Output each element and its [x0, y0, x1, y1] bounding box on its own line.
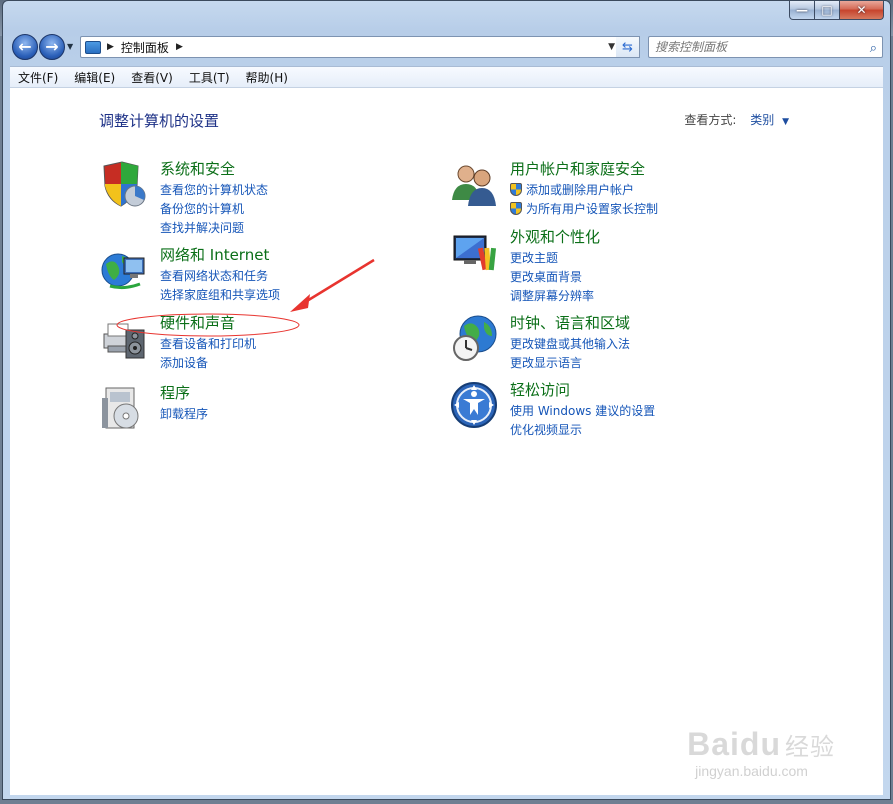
category-clock-language-region: 时钟、语言和区域 更改键盘或其他输入法 更改显示语言 — [450, 314, 770, 374]
category-link[interactable]: 选择家庭组和共享选项 — [160, 286, 280, 303]
category-title[interactable]: 时钟、语言和区域 — [510, 312, 630, 333]
breadcrumb-item[interactable]: 控制面板 — [121, 39, 169, 56]
content-area: 调整计算机的设置 查看方式: 类别 ▼ 系统和安全 查看您的计算机状态 备份您的… — [10, 88, 883, 795]
watermark-url: jingyan.baidu.com — [695, 763, 808, 779]
category-link[interactable]: 查看设备和打印机 — [160, 335, 256, 352]
control-panel-window: — □ ✕ ← → ▼ ▶ 控制面板 ▶ ▼ ⇆ 搜索控制面板 ⌕ 文件(F) … — [2, 0, 891, 800]
category-programs: 程序 卸载程序 — [100, 384, 400, 434]
category-appearance: 外观和个性化 更改主题 更改桌面背景 调整屏幕分辨率 — [450, 226, 770, 303]
category-system-security: 系统和安全 查看您的计算机状态 备份您的计算机 查找并解决问题 — [100, 158, 400, 235]
close-button[interactable]: ✕ — [840, 1, 884, 20]
breadcrumb-chevron-icon[interactable]: ▶ — [176, 42, 183, 52]
back-arrow-icon: ← — [18, 37, 32, 56]
uac-shield-icon — [510, 202, 522, 215]
programs-icon[interactable] — [100, 384, 148, 432]
category-link[interactable]: 使用 Windows 建议的设置 — [510, 402, 655, 419]
search-input[interactable]: 搜索控制面板 ⌕ — [648, 36, 883, 58]
category-title[interactable]: 用户帐户和家庭安全 — [510, 158, 645, 179]
category-link[interactable]: 为所有用户设置家长控制 — [510, 200, 658, 217]
category-title[interactable]: 硬件和声音 — [160, 312, 235, 333]
category-link[interactable]: 更改显示语言 — [510, 354, 582, 371]
breadcrumb-chevron-icon[interactable]: ▶ — [107, 42, 114, 52]
view-by-label: 查看方式: — [684, 113, 737, 127]
watermark-logo: Baidu 经验 — [687, 726, 835, 762]
search-placeholder: 搜索控制面板 — [655, 40, 728, 54]
category-ease-of-access: 轻松访问 使用 Windows 建议的设置 优化视频显示 — [450, 381, 770, 441]
minimize-button[interactable]: — — [789, 1, 815, 20]
category-link[interactable]: 备份您的计算机 — [160, 200, 244, 217]
address-bar[interactable]: ▶ 控制面板 ▶ ▼ — [80, 36, 634, 58]
category-link[interactable]: 查看网络状态和任务 — [160, 267, 268, 284]
ease-of-access-icon[interactable] — [450, 381, 498, 429]
category-link[interactable]: 添加设备 — [160, 354, 208, 371]
menu-view[interactable]: 查看(V) — [123, 69, 181, 86]
page-title: 调整计算机的设置 — [99, 112, 220, 130]
view-by-dropdown[interactable]: 类别 — [750, 113, 774, 127]
category-link[interactable]: 查看您的计算机状态 — [160, 181, 268, 198]
users-icon[interactable] — [450, 160, 498, 208]
category-title[interactable]: 程序 — [160, 382, 190, 403]
menu-bar: 文件(F) 编辑(E) 查看(V) 工具(T) 帮助(H) — [10, 66, 883, 88]
network-globe-icon[interactable] — [100, 246, 148, 294]
category-link[interactable]: 查找并解决问题 — [160, 219, 244, 236]
appearance-monitor-icon[interactable] — [450, 228, 498, 276]
refresh-button[interactable]: ⇆ — [616, 36, 640, 58]
clock-globe-icon[interactable] — [450, 314, 498, 362]
control-panel-icon — [85, 40, 101, 54]
category-title[interactable]: 系统和安全 — [160, 158, 235, 179]
forward-arrow-icon: → — [45, 37, 59, 56]
printer-hardware-icon[interactable] — [100, 314, 148, 362]
uac-shield-icon — [510, 183, 522, 196]
category-title[interactable]: 轻松访问 — [510, 379, 570, 400]
recent-pages-dropdown-icon[interactable]: ▼ — [67, 42, 73, 51]
category-network-internet: 网络和 Internet 查看网络状态和任务 选择家庭组和共享选项 — [100, 246, 400, 306]
category-user-accounts: 用户帐户和家庭安全 添加或删除用户帐户 为所有用户设置家长控制 — [450, 160, 770, 220]
view-by-control: 查看方式: 类别 ▼ — [684, 111, 789, 128]
category-hardware-sound: 硬件和声音 查看设备和打印机 添加设备 — [100, 314, 400, 374]
category-link[interactable]: 更改键盘或其他输入法 — [510, 335, 630, 352]
category-link[interactable]: 更改主题 — [510, 249, 558, 266]
menu-file[interactable]: 文件(F) — [10, 69, 66, 86]
category-link[interactable]: 调整屏幕分辨率 — [510, 287, 594, 304]
chevron-down-icon[interactable]: ▼ — [782, 117, 789, 127]
menu-edit[interactable]: 编辑(E) — [66, 69, 123, 86]
maximize-button[interactable]: □ — [815, 1, 840, 20]
category-link[interactable]: 卸载程序 — [160, 405, 208, 422]
category-link[interactable]: 优化视频显示 — [510, 421, 582, 438]
address-dropdown-icon[interactable]: ▼ — [608, 42, 615, 52]
window-controls: — □ ✕ — [789, 1, 884, 20]
category-link[interactable]: 添加或删除用户帐户 — [510, 181, 634, 198]
shield-system-icon[interactable] — [100, 160, 148, 208]
back-button[interactable]: ← — [12, 34, 38, 60]
forward-button[interactable]: → — [39, 34, 65, 60]
refresh-icon: ⇆ — [622, 39, 633, 55]
navigation-bar: ← → ▼ ▶ 控制面板 ▶ ▼ ⇆ 搜索控制面板 ⌕ — [10, 33, 883, 61]
menu-help[interactable]: 帮助(H) — [238, 69, 296, 86]
search-icon[interactable]: ⌕ — [870, 39, 877, 59]
menu-tools[interactable]: 工具(T) — [181, 69, 238, 86]
category-link[interactable]: 更改桌面背景 — [510, 268, 582, 285]
baidu-watermark: Baidu 经验 jingyan.baidu.com — [687, 726, 835, 779]
category-title[interactable]: 网络和 Internet — [160, 244, 269, 265]
category-title[interactable]: 外观和个性化 — [510, 226, 600, 247]
